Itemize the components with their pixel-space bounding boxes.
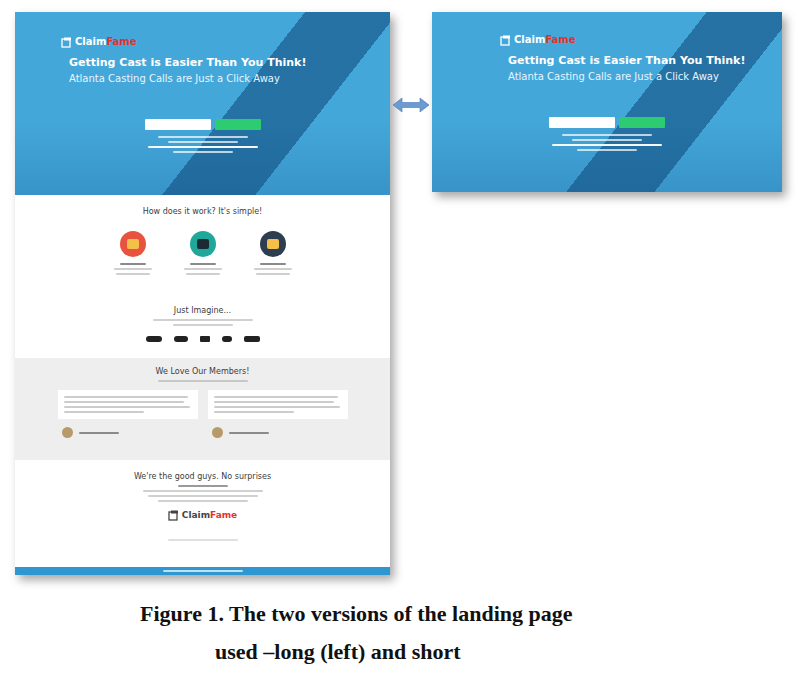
step <box>113 231 153 275</box>
good-guys: We're the good guys. No surprisesClaimFa… <box>15 460 390 567</box>
hero: ClaimFame Getting Cast is Easier Than You… <box>432 12 782 192</box>
hero-headline: Getting Cast is Easier Than You Think! <box>69 56 390 70</box>
testimonial <box>58 390 198 438</box>
brand-logos <box>146 336 260 342</box>
avatar-icon <box>212 427 223 438</box>
brand-icon <box>244 336 260 342</box>
hero-subline: Atlanta Casting Calls are Just a Click A… <box>508 70 782 83</box>
hero-headline: Getting Cast is Easier Than You Think! <box>508 54 782 68</box>
how-it-works: How does it work? It's simple! <box>15 195 390 300</box>
signup-form <box>15 119 390 130</box>
email-field[interactable] <box>145 119 211 130</box>
hero: ClaimFame Getting Cast is Easier Than You… <box>15 12 390 195</box>
brand-icon <box>146 336 162 342</box>
short-landing-page: ClaimFame Getting Cast is Easier Than You… <box>432 12 782 192</box>
brand-icon <box>222 336 232 342</box>
hero-subline: Atlanta Casting Calls are Just a Click A… <box>69 72 390 85</box>
brand-icon <box>174 336 188 342</box>
caption-line: Figure 1. The two versions of the landin… <box>140 595 800 633</box>
hero-fine-print <box>15 136 390 153</box>
signup-form <box>432 117 782 128</box>
logo-icon <box>500 35 511 46</box>
testimonial <box>208 390 348 438</box>
long-landing-page: ClaimFame Getting Cast is Easier Than You… <box>15 12 390 575</box>
logo: ClaimFame <box>168 510 237 521</box>
step <box>253 231 293 275</box>
hero-fine-print <box>432 134 782 151</box>
brand-icon <box>200 336 210 342</box>
logo: ClaimFame <box>61 36 390 48</box>
figure-caption: Figure 1. The two versions of the landin… <box>0 575 800 671</box>
signup-button[interactable] <box>215 119 261 130</box>
footer-bar <box>15 567 390 575</box>
figure: ClaimFame Getting Cast is Easier Than You… <box>0 0 800 691</box>
step-icon <box>260 231 286 257</box>
email-field[interactable] <box>549 117 615 128</box>
step <box>183 231 223 275</box>
just-imagine: Just Imagine... <box>15 300 390 358</box>
double-arrow-icon <box>393 96 429 114</box>
avatar-icon <box>62 427 73 438</box>
step-icon <box>190 231 216 257</box>
logo: ClaimFame <box>500 34 782 46</box>
logo-icon <box>168 510 179 521</box>
logo-icon <box>61 37 72 48</box>
members: We Love Our Members! <box>15 358 390 460</box>
caption-line: used –long (left) and short <box>140 633 800 671</box>
step-icon <box>120 231 146 257</box>
signup-button[interactable] <box>619 117 665 128</box>
